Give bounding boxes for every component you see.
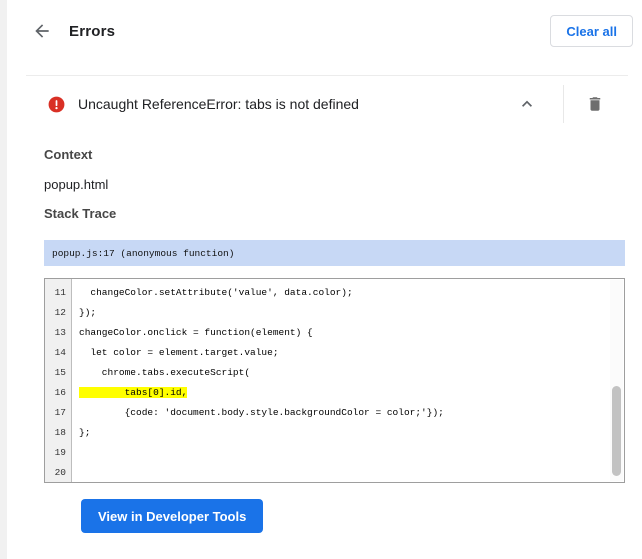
view-in-devtools-button[interactable]: View in Developer Tools xyxy=(81,499,264,533)
error-message: Uncaught ReferenceError: tabs is not def… xyxy=(78,96,359,112)
stack-frame-row[interactable]: popup.js:17 (anonymous function) xyxy=(44,240,625,266)
errors-page: Errors Clear all Uncaught ReferenceError… xyxy=(7,0,642,533)
line-number: 14 xyxy=(54,347,66,358)
line-number: 11 xyxy=(54,287,66,298)
code-pane: changeColor.setAttribute('value', data.c… xyxy=(72,279,624,482)
actions-separator xyxy=(563,85,564,123)
line-number: 17 xyxy=(54,407,66,418)
page-title: Errors xyxy=(69,22,116,40)
code-line: }); xyxy=(79,307,97,318)
code-line: chrome.tabs.executeScript( xyxy=(79,367,251,378)
line-number: 16 xyxy=(54,387,66,398)
back-button[interactable] xyxy=(28,17,56,45)
line-number: 20 xyxy=(54,467,66,478)
line-number: 15 xyxy=(54,367,66,378)
error-row-actions xyxy=(513,85,608,123)
code-line: changeColor.setAttribute('value', data.c… xyxy=(79,287,353,298)
error-details: Context popup.html Stack Trace popup.js:… xyxy=(7,147,642,533)
code-scrollbar-thumb[interactable] xyxy=(612,386,621,476)
context-heading: Context xyxy=(44,147,93,162)
error-entry-row[interactable]: Uncaught ReferenceError: tabs is not def… xyxy=(7,76,642,132)
line-number: 12 xyxy=(54,307,66,318)
delete-error-button[interactable] xyxy=(582,91,608,117)
error-icon xyxy=(47,95,66,114)
stack-trace-heading: Stack Trace xyxy=(44,206,117,221)
code-line: {code: 'document.body.style.backgroundCo… xyxy=(79,407,444,418)
arrow-left-icon xyxy=(32,21,52,41)
chevron-up-icon xyxy=(517,94,537,114)
line-number: 13 xyxy=(54,327,66,338)
code-line: }; xyxy=(79,427,91,438)
line-number: 19 xyxy=(54,447,66,458)
code-viewer: 11 12 13 14 15 16 17 18 19 20 changeColo… xyxy=(44,278,625,483)
line-number: 18 xyxy=(54,427,66,438)
clear-all-button[interactable]: Clear all xyxy=(550,15,633,47)
code-line: let color = element.target.value; xyxy=(79,347,279,358)
stack-frame-label: popup.js:17 (anonymous function) xyxy=(52,247,235,259)
code-scrollbar[interactable] xyxy=(610,280,623,481)
code-line-highlighted: tabs[0].id, xyxy=(79,387,188,398)
collapse-button[interactable] xyxy=(513,90,541,118)
trash-icon xyxy=(586,95,604,113)
code-line: changeColor.onclick = function(element) … xyxy=(79,327,313,338)
header-bar: Errors Clear all xyxy=(7,0,642,62)
context-value: popup.html xyxy=(44,177,109,192)
line-number-gutter: 11 12 13 14 15 16 17 18 19 20 xyxy=(45,279,72,482)
left-gutter-strip xyxy=(0,0,7,559)
